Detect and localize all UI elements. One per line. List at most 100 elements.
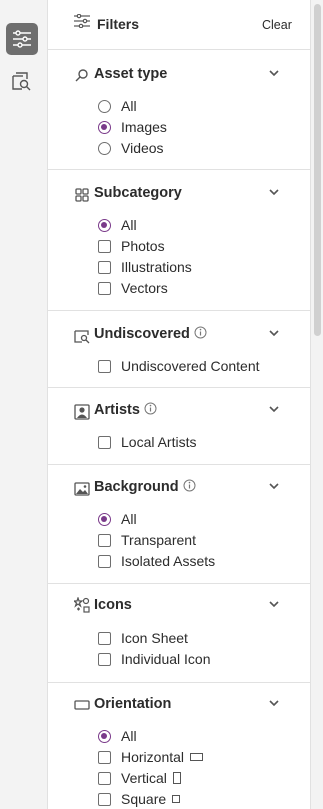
document-search-icon xyxy=(74,330,90,344)
section-undiscovered: Undiscovered Undiscovered Content xyxy=(48,311,310,388)
option-individual-icon[interactable]: Individual Icon xyxy=(98,650,211,668)
image-icon xyxy=(74,482,90,496)
chevron-down-icon[interactable] xyxy=(268,403,280,415)
option-vectors[interactable]: Vectors xyxy=(98,279,168,297)
option-local-artists[interactable]: Local Artists xyxy=(98,433,196,451)
option-square[interactable]: Square xyxy=(98,790,181,808)
option-label: Illustrations xyxy=(121,259,192,275)
checkbox[interactable] xyxy=(98,771,111,785)
section-title: Subcategory xyxy=(94,185,182,201)
option-undiscovered-content[interactable]: Undiscovered Content xyxy=(98,357,260,375)
option-all[interactable]: All xyxy=(98,216,137,234)
chevron-down-icon[interactable] xyxy=(268,598,280,610)
checkbox[interactable] xyxy=(98,792,111,806)
checkbox[interactable] xyxy=(98,554,111,568)
search-icon xyxy=(75,69,88,82)
option-icon-sheet[interactable]: Icon Sheet xyxy=(98,629,188,647)
section-title: Background xyxy=(94,479,196,495)
checkbox[interactable] xyxy=(98,435,111,449)
chevron-down-icon[interactable] xyxy=(268,697,280,709)
option-label: Horizontal xyxy=(121,749,185,765)
radio-button-selected[interactable] xyxy=(98,218,111,232)
option-photos[interactable]: Photos xyxy=(98,237,165,255)
section-header-background[interactable]: Background xyxy=(48,479,310,509)
chevron-down-icon[interactable] xyxy=(268,67,280,79)
checkbox[interactable] xyxy=(98,359,111,373)
section-header-subcategory[interactable]: Subcategory xyxy=(48,185,310,215)
left-rail xyxy=(0,0,47,809)
clear-button[interactable]: Clear xyxy=(262,18,292,32)
radio-button[interactable] xyxy=(98,141,111,155)
section-title: Asset type xyxy=(94,66,168,82)
section-title-text: Artists xyxy=(94,402,140,418)
radio-button-selected[interactable] xyxy=(98,120,111,134)
option-label: All xyxy=(121,728,137,744)
info-icon[interactable] xyxy=(194,326,207,339)
shapes-icon xyxy=(74,597,90,613)
option-label: All xyxy=(121,217,137,233)
section-header-icons[interactable]: Icons xyxy=(48,597,310,627)
section-title: Icons xyxy=(94,597,132,613)
option-label: Isolated Assets xyxy=(121,553,216,569)
option-videos[interactable]: Videos xyxy=(98,139,164,157)
section-background: Background All Transparent Isolated Asse… xyxy=(48,465,310,584)
sliders-icon xyxy=(13,30,31,48)
section-header-undiscovered[interactable]: Undiscovered xyxy=(48,326,310,356)
sliders-icon xyxy=(74,14,90,28)
filters-rail-button[interactable] xyxy=(6,23,38,55)
option-all[interactable]: All xyxy=(98,510,137,528)
page-title: Filters xyxy=(97,16,140,32)
option-label: Local Artists xyxy=(121,434,197,450)
chevron-down-icon[interactable] xyxy=(268,186,280,198)
section-orientation: Orientation All Horizontal Vertical Squa… xyxy=(48,683,310,809)
checkbox[interactable] xyxy=(98,652,111,666)
rectangle-icon xyxy=(74,700,90,710)
section-subcategory: Subcategory All Photos Illustrations Vec… xyxy=(48,170,310,311)
section-title-text: Background xyxy=(94,479,179,495)
info-icon[interactable] xyxy=(183,479,196,492)
search-rail-button[interactable] xyxy=(6,66,38,98)
option-illustrations[interactable]: Illustrations xyxy=(98,258,192,276)
option-label: Images xyxy=(121,119,167,135)
checkbox[interactable] xyxy=(98,281,111,295)
checkbox[interactable] xyxy=(98,750,111,764)
checkbox[interactable] xyxy=(98,239,111,253)
section-title-text: Undiscovered xyxy=(94,326,190,342)
radio-button[interactable] xyxy=(98,99,111,113)
option-label: Vertical xyxy=(121,770,167,786)
checkbox[interactable] xyxy=(98,533,111,547)
option-transparent[interactable]: Transparent xyxy=(98,531,196,549)
option-all[interactable]: All xyxy=(98,97,137,115)
checkbox[interactable] xyxy=(98,631,111,645)
section-title: Undiscovered xyxy=(94,326,207,342)
section-title: Orientation xyxy=(94,696,172,712)
section-icons: Icons Icon Sheet Individual Icon xyxy=(48,584,310,683)
horizontal-rectangle-icon xyxy=(190,753,204,761)
section-header-artists[interactable]: Artists xyxy=(48,402,310,432)
section-header-orientation[interactable]: Orientation xyxy=(48,696,310,726)
option-isolated-assets[interactable]: Isolated Assets xyxy=(98,552,215,570)
scrollbar[interactable] xyxy=(314,4,321,336)
option-label: Icon Sheet xyxy=(121,630,188,646)
option-label: Individual Icon xyxy=(121,651,211,667)
checkbox[interactable] xyxy=(98,260,111,274)
chevron-down-icon[interactable] xyxy=(268,327,280,339)
option-label: Videos xyxy=(121,140,164,156)
option-label: Transparent xyxy=(121,532,196,548)
radio-button-selected[interactable] xyxy=(98,729,111,743)
info-icon[interactable] xyxy=(144,402,157,415)
option-label: Vectors xyxy=(121,280,168,296)
option-vertical[interactable]: Vertical xyxy=(98,769,181,787)
grid-icon xyxy=(75,188,89,202)
section-artists: Artists Local Artists xyxy=(48,388,310,465)
option-images[interactable]: Images xyxy=(98,118,167,136)
section-title: Artists xyxy=(94,402,157,418)
filters-panel: Filters Clear Asset type All Images Vide… xyxy=(47,0,311,809)
option-label: Photos xyxy=(121,238,165,254)
option-all[interactable]: All xyxy=(98,727,137,745)
chevron-down-icon[interactable] xyxy=(268,480,280,492)
option-horizontal[interactable]: Horizontal xyxy=(98,748,204,766)
section-header-asset-type[interactable]: Asset type xyxy=(48,66,310,96)
radio-button-selected[interactable] xyxy=(98,512,111,526)
option-label: Undiscovered Content xyxy=(121,358,260,374)
